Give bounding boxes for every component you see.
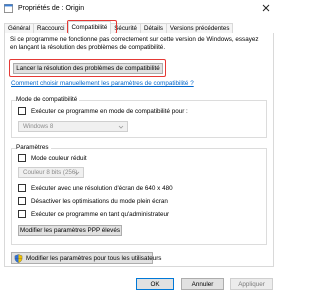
close-icon[interactable] — [260, 2, 272, 14]
intro-text: Si ce programme ne fonctionne pas correc… — [10, 36, 259, 51]
compat-os-select[interactable]: Windows 8 — [18, 121, 128, 132]
reduced-color-row[interactable]: Mode couleur réduit — [18, 154, 87, 162]
resolution-label: Exécuter avec une résolution d'écran de … — [31, 184, 173, 192]
title-bar: Propriétés de : Origin — [0, 0, 278, 17]
chevron-down-icon — [74, 171, 80, 175]
color-depth-value: Couleur 8 bits (256) — [23, 169, 78, 176]
compat-mode-checkbox-label: Exécuter ce programme en mode de compati… — [31, 107, 188, 115]
compat-os-value: Windows 8 — [23, 123, 54, 130]
troubleshoot-button[interactable]: Lancer la résolution des problèmes de co… — [13, 63, 163, 74]
settings-title: Paramètres — [16, 144, 51, 151]
tab-compatibility[interactable]: Compatibilité — [67, 21, 112, 34]
reduced-color-label: Mode couleur réduit — [31, 154, 87, 162]
all-users-label: Modifier les paramètres pour tous les ut… — [26, 254, 162, 262]
fullscreen-opt-checkbox[interactable] — [18, 197, 26, 205]
chevron-down-icon — [118, 125, 124, 129]
fullscreen-opt-label: Désactiver les optimisations du mode ple… — [31, 197, 168, 205]
apply-button[interactable]: Appliquer — [230, 278, 273, 290]
cancel-button[interactable]: Annuler — [181, 278, 224, 290]
app-icon — [4, 4, 13, 13]
compat-mode-checkbox-row[interactable]: Exécuter ce programme en mode de compati… — [18, 107, 188, 115]
reduced-color-checkbox[interactable] — [18, 154, 26, 162]
color-depth-select[interactable]: Couleur 8 bits (256) — [18, 167, 84, 178]
all-users-button[interactable]: Modifier les paramètres pour tous les ut… — [11, 252, 161, 264]
resolution-checkbox[interactable] — [18, 184, 26, 192]
ok-button[interactable]: OK — [136, 278, 174, 290]
admin-label: Exécuter ce programme en tant qu'adminis… — [31, 210, 170, 218]
shield-icon — [14, 253, 23, 263]
compat-mode-checkbox[interactable] — [18, 107, 26, 115]
dpi-settings-button[interactable]: Modifier les paramètres PPP élevés — [18, 225, 122, 236]
compat-mode-title: Mode de compatibilité — [16, 96, 80, 103]
admin-checkbox[interactable] — [18, 210, 26, 218]
resolution-row[interactable]: Exécuter avec une résolution d'écran de … — [18, 184, 173, 192]
admin-row[interactable]: Exécuter ce programme en tant qu'adminis… — [18, 210, 169, 218]
window-title: Propriétés de : Origin — [18, 5, 85, 12]
fullscreen-opt-row[interactable]: Désactiver les optimisations du mode ple… — [18, 197, 168, 205]
manual-settings-link[interactable]: Comment choisir manuellement les paramèt… — [11, 80, 194, 87]
compat-mode-group — [11, 100, 267, 138]
